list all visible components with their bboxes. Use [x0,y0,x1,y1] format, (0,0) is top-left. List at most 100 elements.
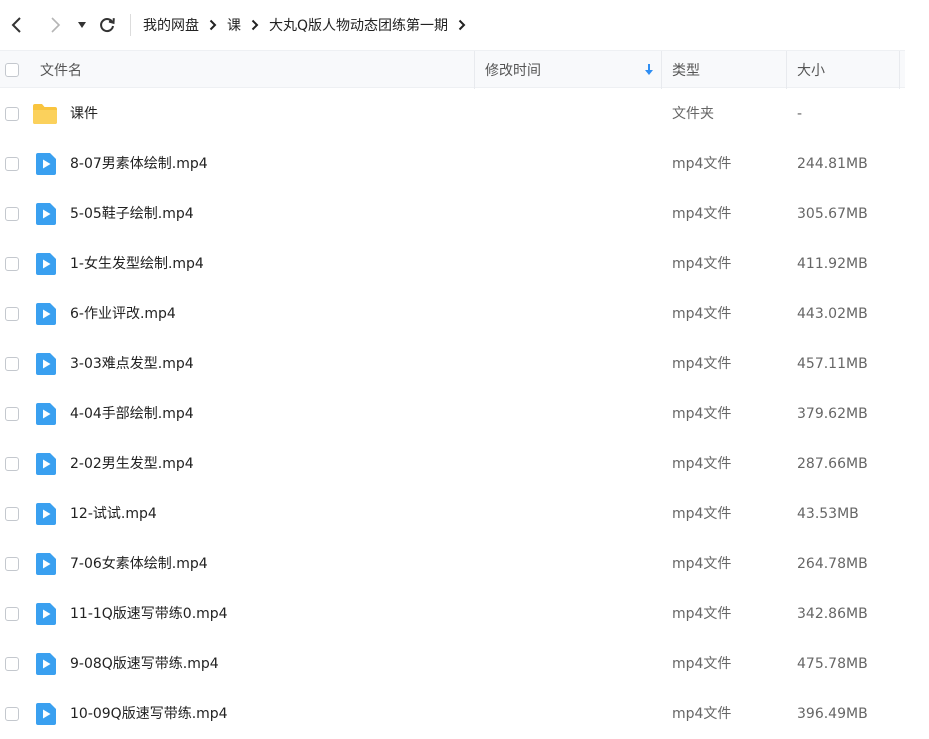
file-row[interactable]: 2-02男生发型.mp4 mp4文件 287.66MB [0,439,905,489]
column-resizer[interactable] [474,51,475,89]
refresh-icon [100,18,115,33]
video-file-icon [35,202,57,230]
video-file-icon [35,252,57,280]
video-file-icon [35,602,57,630]
file-row[interactable]: 4-04手部绘制.mp4 mp4文件 379.62MB [0,389,905,439]
file-size: 43.53MB [797,506,859,522]
sort-descending-icon[interactable] [643,63,655,77]
forward-button[interactable] [40,10,70,40]
row-checkbox[interactable] [5,357,19,371]
file-row[interactable]: 12-试试.mp4 mp4文件 43.53MB [0,489,905,539]
column-header-name[interactable]: 文件名 [40,51,82,89]
row-checkbox[interactable] [5,657,19,671]
breadcrumb-separator-icon [209,19,217,31]
video-file-icon [35,702,57,730]
file-name[interactable]: 8-07男素体绘制.mp4 [70,139,208,189]
refresh-button[interactable] [92,10,122,40]
file-size: 475.78MB [797,656,868,672]
file-size: 287.66MB [797,456,868,472]
file-type: mp4文件 [672,406,732,422]
row-checkbox[interactable] [5,607,19,621]
file-name[interactable]: 课件 [70,89,98,139]
file-name[interactable]: 4-04手部绘制.mp4 [70,389,194,439]
row-checkbox[interactable] [5,407,19,421]
file-row[interactable]: 5-05鞋子绘制.mp4 mp4文件 305.67MB [0,189,905,239]
file-name[interactable]: 5-05鞋子绘制.mp4 [70,189,194,239]
file-row[interactable]: 8-07男素体绘制.mp4 mp4文件 244.81MB [0,139,905,189]
row-checkbox[interactable] [5,707,19,721]
column-header-modified[interactable]: 修改时间 [485,51,541,89]
chevron-left-icon [11,17,21,33]
file-type: mp4文件 [672,456,732,472]
file-name[interactable]: 11-1Q版速写带练0.mp4 [70,589,228,639]
breadcrumb-separator-icon [251,19,259,31]
file-list-header: 文件名 修改时间 类型 大小 [0,50,905,89]
file-row[interactable]: 10-09Q版速写带练.mp4 mp4文件 396.49MB [0,689,905,739]
file-row[interactable]: 3-03难点发型.mp4 mp4文件 457.11MB [0,339,905,389]
file-size: 244.81MB [797,156,868,172]
file-row[interactable]: 9-08Q版速写带练.mp4 mp4文件 475.78MB [0,639,905,689]
row-checkbox[interactable] [5,107,19,121]
select-all-checkbox-cell [5,51,19,89]
file-type: mp4文件 [672,256,732,272]
row-checkbox[interactable] [5,457,19,471]
toolbar-divider [130,14,131,36]
file-name[interactable]: 12-试试.mp4 [70,489,157,539]
row-checkbox[interactable] [5,507,19,521]
breadcrumb-item-current[interactable]: 大丸Q版人物动态团练第一期 [269,15,448,35]
video-file-icon [35,502,57,530]
folder-icon [32,103,58,129]
breadcrumb-item-root[interactable]: 我的网盘 [143,15,199,35]
file-row[interactable]: 课件 文件夹 - [0,89,905,139]
file-name[interactable]: 7-06女素体绘制.mp4 [70,539,208,589]
column-header-size[interactable]: 大小 [797,51,825,89]
file-size: 411.92MB [797,256,868,272]
row-checkbox[interactable] [5,207,19,221]
history-dropdown-button[interactable] [72,10,92,40]
back-button[interactable] [2,10,32,40]
caret-down-icon [78,22,86,28]
file-row[interactable]: 11-1Q版速写带练0.mp4 mp4文件 342.86MB [0,589,905,639]
file-size: 396.49MB [797,706,868,722]
file-type: mp4文件 [672,606,732,622]
row-checkbox[interactable] [5,157,19,171]
file-name[interactable]: 6-作业评改.mp4 [70,289,176,339]
column-header-type[interactable]: 类型 [672,51,700,89]
select-all-checkbox[interactable] [5,63,19,77]
file-type: mp4文件 [672,656,732,672]
file-list: 课件 文件夹 - 8-07男素体绘制.mp4 mp4文件 244.81MB 5-05鞋子绘制… [0,89,905,739]
column-resizer[interactable] [661,51,662,89]
file-type: mp4文件 [672,706,732,722]
file-row[interactable]: 1-女生发型绘制.mp4 mp4文件 411.92MB [0,239,905,289]
file-type: mp4文件 [672,506,732,522]
file-size: 342.86MB [797,606,868,622]
file-name[interactable]: 2-02男生发型.mp4 [70,439,194,489]
video-file-icon [35,652,57,680]
file-name[interactable]: 3-03难点发型.mp4 [70,339,194,389]
column-resizer[interactable] [786,51,787,89]
file-type: mp4文件 [672,556,732,572]
file-size: 457.11MB [797,356,868,372]
breadcrumb-separator-icon [458,19,466,31]
file-type: mp4文件 [672,156,732,172]
breadcrumb: 我的网盘 课 大丸Q版人物动态团练第一期 [143,15,476,35]
file-size: 379.62MB [797,406,868,422]
file-name[interactable]: 1-女生发型绘制.mp4 [70,239,204,289]
toolbar: 我的网盘 课 大丸Q版人物动态团练第一期 [0,0,929,50]
file-row[interactable]: 6-作业评改.mp4 mp4文件 443.02MB [0,289,905,339]
file-size: - [797,106,803,122]
row-checkbox[interactable] [5,557,19,571]
file-name[interactable]: 9-08Q版速写带练.mp4 [70,639,219,689]
file-size: 305.67MB [797,206,868,222]
row-checkbox[interactable] [5,257,19,271]
video-file-icon [35,452,57,480]
file-name[interactable]: 10-09Q版速写带练.mp4 [70,689,228,739]
video-file-icon [35,552,57,580]
file-row[interactable]: 7-06女素体绘制.mp4 mp4文件 264.78MB [0,539,905,589]
file-size: 264.78MB [797,556,868,572]
file-type: mp4文件 [672,356,732,372]
row-checkbox[interactable] [5,307,19,321]
video-file-icon [35,302,57,330]
breadcrumb-item-course[interactable]: 课 [227,15,241,35]
column-resizer[interactable] [899,51,900,89]
